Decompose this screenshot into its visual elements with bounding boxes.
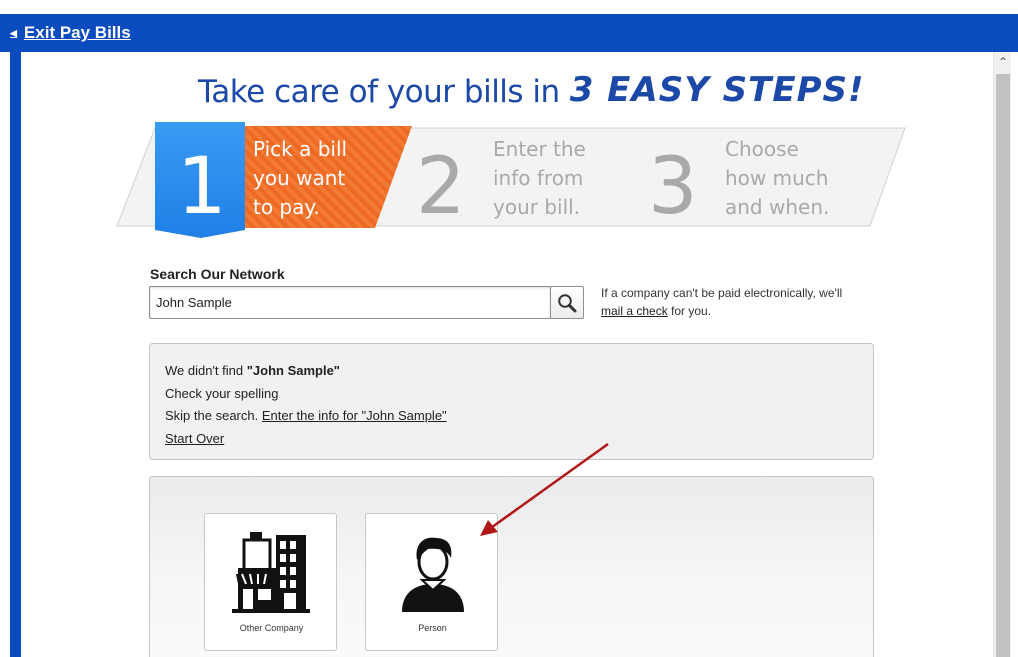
- step-1-line-1: Pick a bill: [253, 137, 348, 161]
- step-2-line-3: your bill.: [493, 195, 581, 219]
- step-3-line-2: how much: [725, 166, 829, 190]
- other-company-label: Other Company: [239, 623, 304, 633]
- person-icon: [401, 537, 464, 612]
- chevron-left-icon: ◀: [10, 27, 17, 38]
- step-1-line-2: you want: [253, 166, 346, 190]
- start-over-link[interactable]: Start Over: [165, 431, 224, 446]
- exit-pay-bills-link[interactable]: ◀ Exit Pay Bills: [10, 23, 131, 43]
- headline-script: 3 easy steps!: [569, 70, 865, 110]
- scrollbar-thumb[interactable]: [996, 74, 1010, 657]
- annotation-arrow-icon: [480, 442, 609, 536]
- mail-check-note: If a company can't be paid electronicall…: [601, 284, 881, 320]
- vertical-scrollbar[interactable]: ⌃: [993, 52, 1011, 657]
- mail-check-note-text: If a company can't be paid electronicall…: [601, 286, 843, 300]
- no-results-query: "John Sample": [246, 363, 340, 378]
- step-1-number: 1: [177, 142, 227, 232]
- step-3-number: 3: [648, 142, 698, 232]
- search-label: Search Our Network: [150, 266, 285, 282]
- step-3-line-3: and when.: [725, 195, 830, 219]
- scroll-up-arrow-icon[interactable]: ⌃: [994, 52, 1012, 72]
- left-frame-border: [10, 52, 21, 657]
- step-1-line-3: to pay.: [253, 195, 320, 219]
- step-2-number: 2: [416, 142, 466, 232]
- page-headline: Take care of your bills in 3 easy steps!: [198, 60, 864, 110]
- mail-a-check-link[interactable]: mail a check: [601, 304, 668, 318]
- search-button[interactable]: [550, 286, 584, 319]
- mail-check-note-suffix: for you.: [667, 304, 712, 318]
- search-input[interactable]: [149, 286, 551, 319]
- window-edge: [1011, 52, 1018, 657]
- exit-pay-bills-label: Exit Pay Bills: [23, 23, 131, 42]
- step-2-line-2: info from: [493, 166, 584, 190]
- magnifier-icon: [558, 293, 577, 312]
- no-results-prefix: We didn't find: [165, 363, 247, 378]
- building-icon: [231, 532, 310, 613]
- person-label: Person: [418, 623, 447, 633]
- check-spelling-text: Check your spelling: [165, 385, 279, 401]
- step-3-line-1: Choose: [725, 137, 799, 161]
- top-bar: ◀ Exit Pay Bills: [0, 14, 1018, 52]
- step-3-text: Choose how much and when.: [725, 135, 829, 222]
- step-2-text: Enter the info from your bill.: [493, 135, 586, 222]
- skip-search-text: Skip the search.: [165, 408, 262, 423]
- step-1-text: Pick a bill you want to pay.: [253, 135, 347, 222]
- other-company-card[interactable]: Other Company: [204, 513, 337, 651]
- headline-main: Take care of your bills in: [198, 74, 560, 110]
- enter-info-link[interactable]: Enter the info for "John Sample": [262, 408, 447, 423]
- step-2-line-1: Enter the: [493, 137, 586, 161]
